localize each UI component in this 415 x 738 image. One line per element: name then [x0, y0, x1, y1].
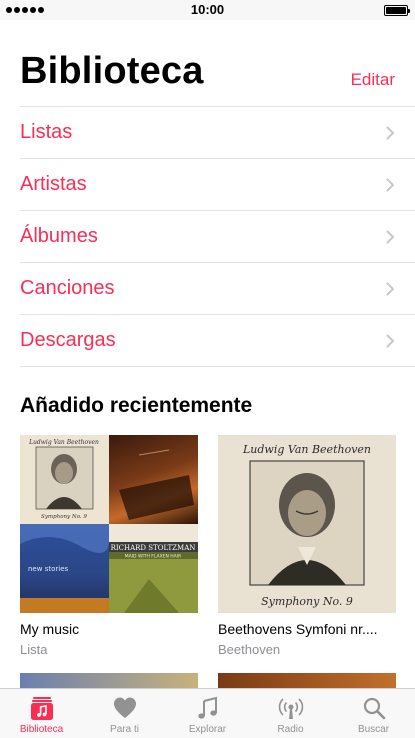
- tab-label: Radio: [277, 724, 304, 735]
- album-artwork-beethoven: Ludwig Van Beethoven Symphony No. 9: [218, 435, 396, 613]
- artwork-tile-piano: [109, 435, 198, 524]
- chevron-right-icon: [386, 334, 394, 347]
- page-title: Biblioteca: [20, 50, 204, 92]
- artwork-text: Symphony No. 9: [41, 514, 87, 520]
- status-bar: 10:00: [0, 0, 415, 20]
- library-item-label: Listas: [20, 121, 73, 143]
- library-item-label: Descargas: [20, 329, 116, 351]
- chevron-right-icon: [386, 126, 394, 139]
- album-subtitle: Lista: [20, 642, 48, 657]
- music-note-icon: [197, 696, 217, 719]
- artwork-text: new stories: [28, 565, 68, 573]
- library-icon: [30, 697, 53, 720]
- heart-icon: [113, 697, 136, 718]
- artwork-text: RICHARD STOLTZMAN: [111, 544, 196, 552]
- library-item-artistas[interactable]: Artistas: [20, 159, 415, 211]
- library-item-label: Canciones: [20, 277, 115, 299]
- tab-label: Biblioteca: [19, 724, 64, 735]
- artwork-header-text: Ludwig Van Beethoven: [242, 443, 371, 456]
- radio-icon: [278, 698, 303, 719]
- tab-label: Explorar: [188, 724, 227, 735]
- chevron-right-icon: [386, 178, 394, 191]
- library-list: Listas Artistas Álbumes Canciones Descar…: [20, 106, 415, 367]
- tab-buscar[interactable]: Buscar: [332, 689, 415, 738]
- artwork-text: MAID WITH FLAXEN HAIR: [125, 554, 181, 560]
- playlist-artwork: Ludwig Van Beethoven Symphony No. 9 new …: [20, 435, 198, 613]
- tab-explorar[interactable]: Explorar: [166, 689, 249, 738]
- tab-label: Para ti: [110, 724, 139, 735]
- tab-label: Buscar: [357, 724, 390, 735]
- library-item-listas[interactable]: Listas: [20, 107, 415, 159]
- album-title: My music: [20, 621, 80, 637]
- album-card-beethoven[interactable]: Ludwig Van Beethoven Symphony No. 9 Beet…: [218, 435, 396, 657]
- chevron-right-icon: [386, 230, 394, 243]
- tab-para-ti[interactable]: Para ti: [83, 689, 166, 738]
- battery-icon: [384, 5, 410, 16]
- artwork-tile-new-stories: new stories: [20, 524, 109, 613]
- library-item-canciones[interactable]: Canciones: [20, 263, 415, 315]
- library-item-label: Artistas: [20, 173, 87, 195]
- search-icon: [363, 697, 385, 720]
- library-item-label: Álbumes: [20, 225, 98, 247]
- artwork-tile-stoltzman: RICHARD STOLTZMAN MAID WITH FLAXEN HAIR: [109, 524, 198, 613]
- tab-bar: Biblioteca Para ti Explorar Radio Buscar: [0, 688, 415, 738]
- chevron-right-icon: [386, 282, 394, 295]
- artwork-tile-beethoven: Ludwig Van Beethoven Symphony No. 9: [20, 435, 109, 524]
- album-card-my-music[interactable]: Ludwig Van Beethoven Symphony No. 9 new …: [20, 435, 198, 657]
- status-time: 10:00: [190, 2, 225, 17]
- artwork-footer-text: Symphony No. 9: [261, 595, 353, 608]
- edit-button[interactable]: Editar: [351, 70, 395, 90]
- artwork-text: Ludwig Van Beethoven: [28, 439, 99, 446]
- library-item-albumes[interactable]: Álbumes: [20, 211, 415, 263]
- album-title: Beethovens Symfoni nr....: [218, 621, 378, 637]
- tab-biblioteca[interactable]: Biblioteca: [0, 689, 83, 738]
- album-subtitle: Beethoven: [218, 642, 281, 657]
- library-item-descargas[interactable]: Descargas: [20, 315, 415, 367]
- tab-radio[interactable]: Radio: [249, 689, 332, 738]
- recently-added-title: Añadido recientemente: [20, 394, 253, 417]
